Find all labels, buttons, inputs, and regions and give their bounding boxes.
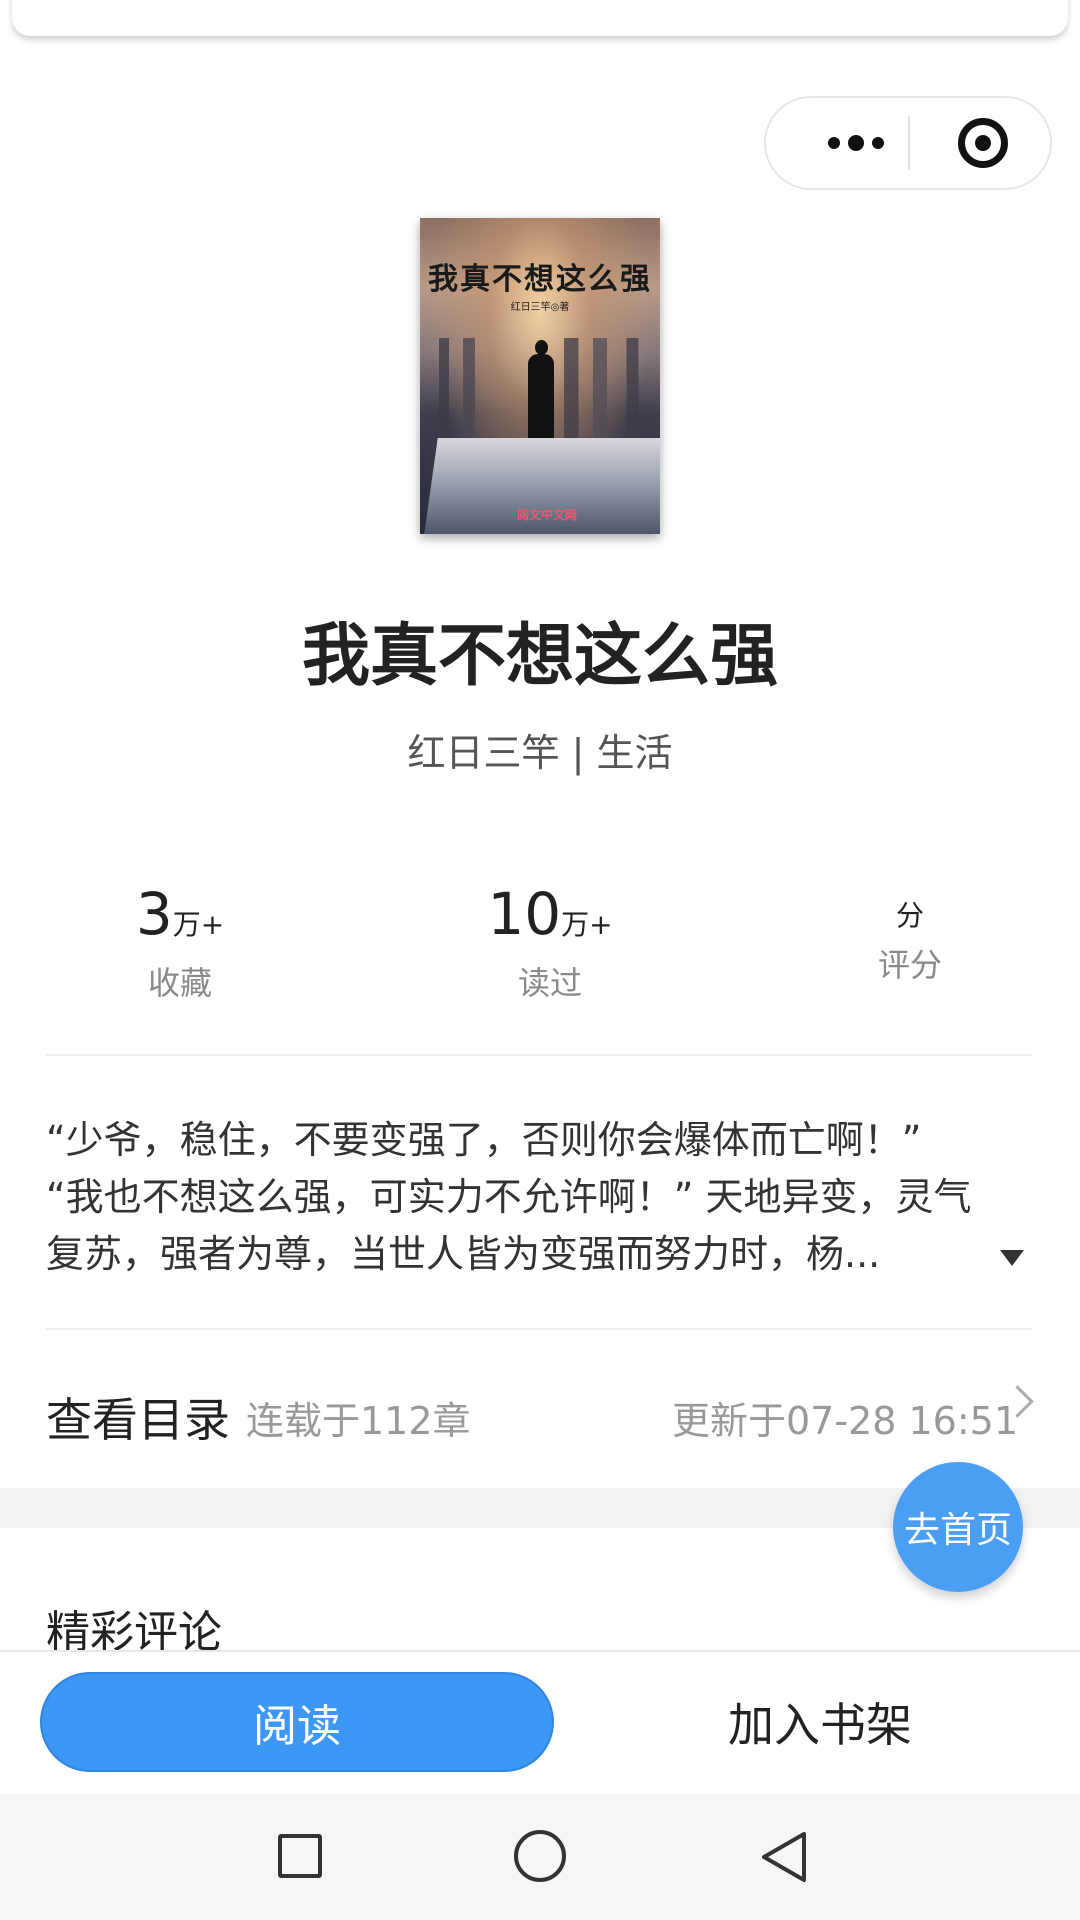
stat-rating: 分 评分	[730, 880, 1080, 986]
description-line: “少爷，稳住，不要变强了，否则你会爆体而亡啊！”	[46, 1118, 922, 1162]
publisher-logo: 阅文中文网	[516, 508, 577, 522]
catalog-title: 查看目录	[46, 1393, 230, 1447]
go-home-button[interactable]: 去首页	[893, 1462, 1023, 1592]
catalog-status: 连载于112章	[246, 1399, 471, 1443]
read-button[interactable]: 阅读	[40, 1672, 554, 1772]
stat-label: 读过	[517, 964, 582, 1002]
book-cover[interactable]: 我真不想这么强 红日三竿◎著 阅文中文网	[420, 218, 660, 534]
catalog-updated: 更新于07-28 16:51	[672, 1399, 1019, 1443]
stat-label: 评分	[877, 946, 942, 984]
stat-unit: 万+	[172, 908, 225, 941]
stat-unit: 分	[895, 899, 924, 932]
back-icon[interactable]	[758, 1830, 810, 1884]
triangle-down-icon[interactable]	[1000, 1250, 1024, 1266]
divider	[46, 1328, 1032, 1330]
stat-value: 10	[487, 880, 562, 948]
cover-figure	[526, 340, 556, 450]
description-line: “我也不想这么强，可实力不允许啊！” 天地异变，灵气	[46, 1175, 972, 1219]
book-description[interactable]: “少爷，稳住，不要变强了，否则你会爆体而亡啊！” “我也不想这么强，可实力不允许…	[46, 1112, 1032, 1283]
capsule-menu	[764, 96, 1052, 190]
stat-reads: 10万+ 读过	[370, 880, 730, 1004]
stat-value: 3	[135, 880, 173, 948]
stat-favorites: 3万+ 收藏	[0, 880, 360, 1004]
more-dots-icon[interactable]	[806, 98, 906, 188]
home-icon[interactable]	[514, 1830, 566, 1882]
stat-label: 收藏	[147, 964, 212, 1002]
add-to-shelf-button[interactable]: 加入书架	[600, 1672, 1040, 1772]
stat-unit: 万+	[561, 908, 613, 941]
book-author-category: 红日三竿 | 生活	[407, 731, 673, 775]
top-card-edge	[12, 0, 1068, 36]
cover-title: 我真不想这么强	[428, 262, 652, 297]
bottom-action-bar: 阅读 加入书架	[0, 1650, 1080, 1796]
capsule-divider	[908, 116, 910, 170]
recents-icon[interactable]	[278, 1834, 322, 1878]
divider	[46, 1054, 1032, 1056]
book-title: 我真不想这么强	[301, 617, 778, 696]
target-circle-icon[interactable]	[958, 118, 1008, 168]
cover-author: 红日三竿◎著	[510, 302, 570, 313]
system-nav-bar	[0, 1794, 1080, 1920]
description-line: 复苏，强者为尊，当世人皆为变强而努力时，杨...	[46, 1232, 881, 1276]
